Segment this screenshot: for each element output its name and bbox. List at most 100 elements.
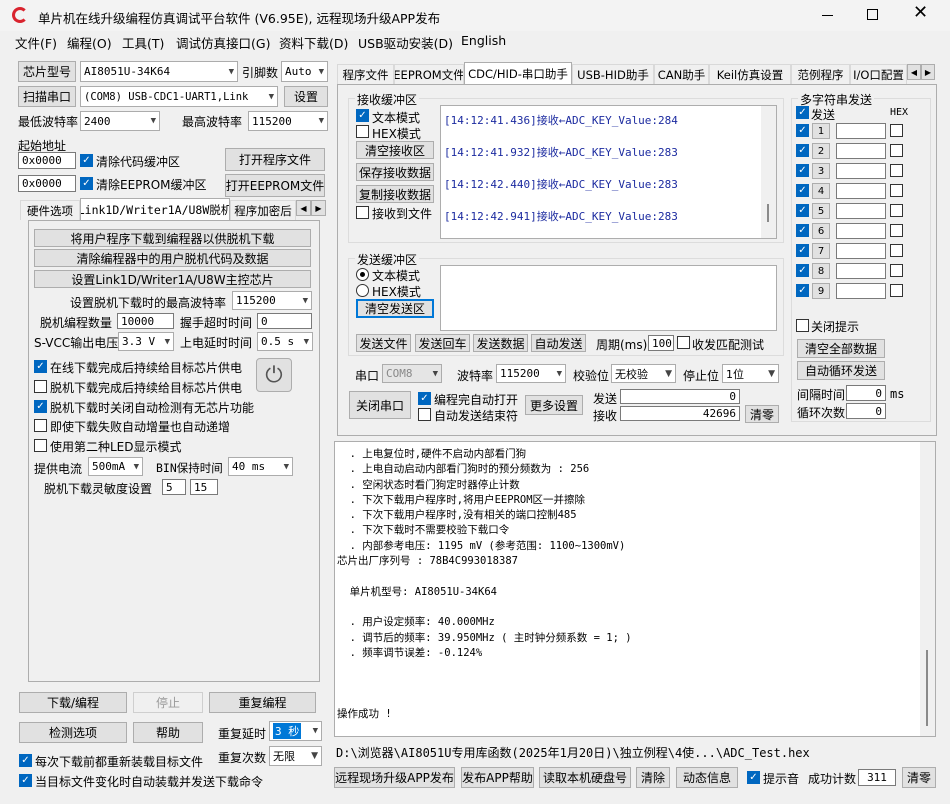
offline-max-baud-select[interactable]: 115200 ▼ <box>232 291 312 310</box>
download-program-button[interactable]: 下载/编程 <box>19 692 127 713</box>
recv-hex-mode-checkbox[interactable] <box>356 125 369 138</box>
menu-english[interactable]: English <box>461 33 506 48</box>
interval-input[interactable]: 0 <box>846 385 886 401</box>
multi-row-number-button[interactable]: 5 <box>812 203 830 219</box>
port-select-serial[interactable]: COM8 ▼ <box>382 364 442 383</box>
tab-eeprom-file[interactable]: EEPROM文件 <box>394 64 464 84</box>
clear-offline-code-button[interactable]: 清除编程器中的用户脱机代码及数据 <box>34 249 311 267</box>
multi-row-send-checkbox[interactable]: ✓ <box>796 184 809 197</box>
offline-count-input[interactable]: 10000 <box>117 313 174 329</box>
tab-scroll-right-icon[interactable]: ▶ <box>311 200 326 216</box>
multi-row-input[interactable] <box>836 203 886 219</box>
download-to-programmer-button[interactable]: 将用户程序下载到编程器以供脱机下载 <box>34 229 311 247</box>
multi-row-send-checkbox[interactable]: ✓ <box>796 264 809 277</box>
multi-row-input[interactable] <box>836 183 886 199</box>
auto-cycle-send-button[interactable]: 自动循环发送 <box>797 361 885 380</box>
clear-eeprom-checkbox[interactable]: ✓ <box>80 177 93 190</box>
receive-log[interactable]: [14:12:41.436]接收←ADC_KEY_Value:284 [14:1… <box>440 105 777 239</box>
repeat-delay-select[interactable]: 3 秒 ▼ <box>269 721 322 741</box>
tab-examples[interactable]: 范例程序 <box>791 64 850 84</box>
sensitivity-input-1[interactable]: 5 <box>162 479 186 495</box>
tab-encryption[interactable]: 程序加密后 <box>230 200 296 220</box>
parity-select[interactable]: 无校验 ▼ <box>611 364 676 383</box>
chip-type-button[interactable]: 芯片型号 <box>18 61 76 82</box>
tab-serial-assistant[interactable]: CDC/HID-串口助手 <box>464 62 572 85</box>
multi-row-hex-checkbox[interactable] <box>890 284 903 297</box>
multi-row-input[interactable] <box>836 283 886 299</box>
tab-program-file[interactable]: 程序文件 <box>337 64 394 84</box>
sensitivity-input-2[interactable]: 15 <box>190 479 218 495</box>
multi-row-input[interactable] <box>836 163 886 179</box>
clear-send-button[interactable]: 清空发送区 <box>356 299 434 318</box>
open-program-button[interactable]: 打开程序文件 <box>225 148 325 171</box>
baud-select[interactable]: 115200 ▼ <box>496 364 566 383</box>
pin-count-select[interactable]: Auto ▼ <box>281 61 328 82</box>
multi-row-number-button[interactable]: 7 <box>812 243 830 259</box>
multi-row-number-button[interactable]: 3 <box>812 163 830 179</box>
send-input[interactable] <box>440 265 777 331</box>
send-text-mode-radio[interactable] <box>356 268 369 281</box>
tab-scroll-left-icon[interactable]: ◀ <box>296 200 311 216</box>
minimize-icon[interactable] <box>822 15 833 16</box>
tab-usb-hid[interactable]: USB-HID助手 <box>572 64 654 84</box>
close-icon[interactable]: ✕ <box>913 4 928 22</box>
bin-hold-select[interactable]: 40 ms ▼ <box>228 457 293 476</box>
output-log[interactable]: . 上电复位时,硬件不启动内部看门狗 . 上电自动启动内部看门狗时的预分频数为 … <box>334 441 936 737</box>
multi-row-number-button[interactable]: 2 <box>812 143 830 159</box>
power-icon[interactable]: ⏻ <box>256 358 292 392</box>
multi-row-input[interactable] <box>836 143 886 159</box>
stop-button[interactable]: 停止 <box>133 692 203 713</box>
min-baud-select[interactable]: 2400 ▼ <box>80 111 160 131</box>
multi-row-send-checkbox[interactable]: ✓ <box>796 124 809 137</box>
multi-row-hex-checkbox[interactable] <box>890 204 903 217</box>
menu-tools[interactable]: 工具(T) <box>122 33 164 52</box>
clear-code-checkbox[interactable]: ✓ <box>80 154 93 167</box>
menu-download[interactable]: 资料下载(D) <box>279 33 348 52</box>
eeprom-addr-input[interactable]: 0x0000 <box>18 175 76 192</box>
menu-file[interactable]: 文件(F) <box>15 33 57 52</box>
close-port-button[interactable]: 关闭串口 <box>349 391 411 419</box>
cb-disable-detect[interactable]: ✓ <box>34 400 47 413</box>
multi-row-input[interactable] <box>836 223 886 239</box>
tab-scroll-left-icon[interactable]: ◀ <box>907 64 921 80</box>
multi-row-hex-checkbox[interactable] <box>890 264 903 277</box>
tab-keil-sim[interactable]: Keil仿真设置 <box>709 64 791 84</box>
multi-row-input[interactable] <box>836 243 886 259</box>
svcc-select[interactable]: 3.3 V ▼ <box>118 332 174 351</box>
scan-port-button[interactable]: 扫描串口 <box>18 86 76 107</box>
send-hex-mode-radio[interactable] <box>356 284 369 297</box>
multi-row-hex-checkbox[interactable] <box>890 184 903 197</box>
publish-app-button[interactable]: 远程现场升级APP发布 <box>334 767 455 788</box>
power-delay-select[interactable]: 0.5 s ▼ <box>257 332 313 351</box>
check-options-button[interactable]: 检测选项 <box>19 722 127 743</box>
multi-row-hex-checkbox[interactable] <box>890 164 903 177</box>
clear-output-button[interactable]: 清除 <box>636 767 670 788</box>
menu-debug[interactable]: 调试仿真接口(G) <box>176 33 270 52</box>
reload-checkbox[interactable]: ✓ <box>19 754 32 767</box>
help-button[interactable]: 帮助 <box>133 722 203 743</box>
multi-row-number-button[interactable]: 1 <box>812 123 830 139</box>
multi-row-number-button[interactable]: 8 <box>812 263 830 279</box>
menu-program[interactable]: 编程(O) <box>67 33 112 52</box>
recv-text-mode-checkbox[interactable]: ✓ <box>356 109 369 122</box>
multi-row-hex-checkbox[interactable] <box>890 124 903 137</box>
stop-bits-select[interactable]: 1位 ▼ <box>722 364 779 383</box>
tab-offline[interactable]: Link1D/Writer1A/U8W脱机 <box>80 198 230 221</box>
multi-row-hex-checkbox[interactable] <box>890 244 903 257</box>
multi-row-hex-checkbox[interactable] <box>890 224 903 237</box>
receive-scrollbar[interactable] <box>761 106 776 238</box>
menu-usb-driver[interactable]: USB驱动安装(D) <box>358 33 453 52</box>
auto-send-button[interactable]: 自动发送 <box>531 334 586 352</box>
dynamic-info-button[interactable]: 动态信息 <box>676 767 738 788</box>
cb-auto-increment[interactable] <box>34 419 47 432</box>
multi-row-send-checkbox[interactable]: ✓ <box>796 224 809 237</box>
publish-help-button[interactable]: 发布APP帮助 <box>461 767 534 788</box>
multi-row-send-checkbox[interactable]: ✓ <box>796 144 809 157</box>
multi-row-send-checkbox[interactable]: ✓ <box>796 284 809 297</box>
clear-count-button[interactable]: 清零 <box>745 405 779 423</box>
supply-current-select[interactable]: 500mA ▼ <box>88 457 143 476</box>
multi-row-number-button[interactable]: 6 <box>812 223 830 239</box>
set-master-chip-button[interactable]: 设置Link1D/Writer1A/U8W主控芯片 <box>34 270 311 288</box>
cb-offline-power[interactable] <box>34 380 47 393</box>
reprogram-button[interactable]: 重复编程 <box>209 692 316 713</box>
